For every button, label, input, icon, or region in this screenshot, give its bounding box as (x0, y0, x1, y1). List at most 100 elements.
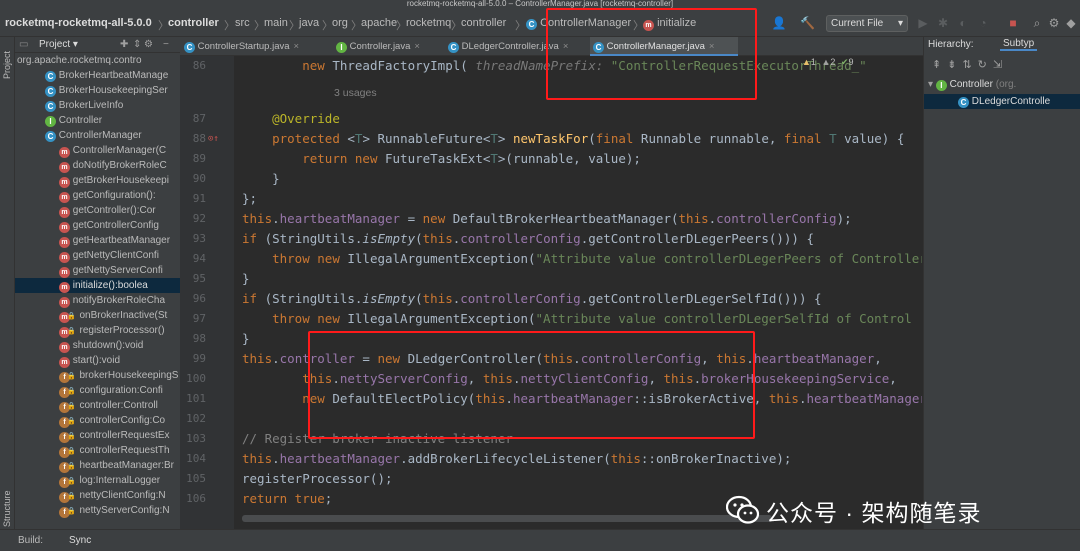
tree-item[interactable]: C BrokerHousekeepingSer (15, 83, 180, 98)
code-line[interactable]: return new FutureTaskExt<T>(runnable, va… (242, 149, 641, 169)
breadcrumb-module[interactable]: controller (168, 17, 219, 29)
stop-icon[interactable]: ■ (1006, 15, 1020, 31)
project-view-select[interactable]: Project ▾ (39, 37, 78, 53)
hierarchy-root[interactable]: ▾ I Controller (org. (928, 79, 1016, 91)
code-line[interactable]: } (242, 269, 250, 289)
tree-item-label: org.apache.rocketmq.contro (17, 55, 142, 66)
code-line[interactable]: throw new IllegalArgumentException("Attr… (242, 249, 922, 269)
project-tool-tab[interactable]: Project (2, 51, 12, 79)
breadcrumb-main[interactable]: main (264, 17, 288, 29)
tree-item[interactable]: f🔒 controllerRequestEx (15, 428, 180, 443)
code-area[interactable]: new ThreadFactoryImpl( threadNamePrefix:… (242, 56, 922, 529)
search-icon[interactable]: ⌕ (1030, 15, 1044, 31)
method-icon: m (59, 147, 70, 158)
tree-item[interactable]: f🔒 controllerConfig:Co (15, 413, 180, 428)
expand-icon[interactable]: ⇲ (993, 59, 1008, 71)
tree-item[interactable]: m start():void (15, 353, 180, 368)
run-configuration-select[interactable]: Current File ▾ (826, 15, 908, 32)
tree-item-label: start():void (72, 355, 121, 366)
code-line[interactable]: if (StringUtils.isEmpty(this.controllerC… (242, 289, 822, 309)
refresh-icon[interactable]: ↻ (978, 59, 993, 71)
build-hammer-icon[interactable]: 🔨 (800, 15, 815, 31)
inspection-widget[interactable]: ▲1 ▲2 ✔9 (802, 57, 853, 68)
build-label: Build: (18, 535, 44, 546)
tree-item[interactable]: m getNettyClientConfi (15, 248, 180, 263)
class-icon: C (448, 42, 459, 53)
sort-icon[interactable]: ⇅ (962, 59, 977, 71)
code-line[interactable]: } (242, 169, 280, 189)
tree-item[interactable]: C ControllerManager (15, 128, 180, 143)
tree-item[interactable]: m shutdown():void (15, 338, 180, 353)
tab-controller-startup[interactable]: C ControllerStartup.java × (184, 37, 334, 56)
tree-item[interactable]: m getHeartbeatManager (15, 233, 180, 248)
override-gutter-icon[interactable]: ⊙↑ (208, 134, 219, 144)
profile-icon[interactable]: ◔ (976, 15, 990, 31)
code-line[interactable]: throw new IllegalArgumentException("Attr… (242, 309, 912, 329)
code-line[interactable]: protected <T> RunnableFuture<T> newTaskF… (242, 129, 904, 149)
tree-item[interactable]: f🔒 nettyServerConfig:N (15, 503, 180, 518)
tree-item[interactable]: I Controller (15, 113, 180, 128)
tab-sync[interactable]: Sync (62, 530, 98, 551)
code-line[interactable]: registerProcessor(); (242, 469, 393, 489)
breadcrumb-src[interactable]: src (235, 17, 250, 29)
tree-item[interactable]: f🔒 nettyClientConfig:N (15, 488, 180, 503)
tree-item[interactable]: m notifyBrokerRoleCha (15, 293, 180, 308)
line-number: 103 (186, 432, 206, 445)
code-line[interactable]: }; (242, 189, 257, 209)
structure-tool-tab[interactable]: Structure (2, 490, 12, 527)
tree-item[interactable]: m doNotifyBrokerRoleC (15, 158, 180, 173)
code-line[interactable]: } (242, 329, 250, 349)
tree-item[interactable]: m getControllerConfig (15, 218, 180, 233)
tree-item[interactable]: m🔒 registerProcessor() (15, 323, 180, 338)
breadcrumb-rocketmq[interactable]: rocketmq (406, 17, 451, 29)
breadcrumb-java[interactable]: java (299, 17, 319, 29)
tree-item[interactable]: m getNettyServerConfi (15, 263, 180, 278)
code-line[interactable]: @Override (242, 109, 340, 129)
code-line[interactable]: return true; (242, 489, 332, 509)
debug-icon[interactable]: ✱ (936, 15, 950, 31)
hierarchy-child[interactable]: C DLedgerControlle (924, 94, 1080, 109)
tree-item[interactable]: f🔒 log:InternalLogger (15, 473, 180, 488)
breadcrumb-apache[interactable]: apache (361, 17, 397, 29)
hide-panel-icon[interactable]: − (163, 37, 169, 53)
tree-item[interactable]: C BrokerLiveInfo (15, 98, 180, 113)
project-settings-icon[interactable]: ⚙ (144, 37, 153, 53)
run-icon[interactable]: ▶ (916, 15, 930, 31)
breadcrumb-org[interactable]: org (332, 17, 348, 29)
tab-subtypes[interactable]: Subtyp (1000, 38, 1038, 51)
collapse-all-icon[interactable]: ⇕ (133, 37, 141, 53)
tree-item[interactable]: f🔒 brokerHousekeepingS (15, 368, 180, 383)
tab-controller[interactable]: I Controller.java × (336, 37, 446, 56)
tree-item[interactable]: f🔒 controller:Controll (15, 398, 180, 413)
breadcrumb-controller[interactable]: controller (461, 17, 506, 29)
breadcrumb-project[interactable]: rocketmq-rocketmq-all-5.0.0 (5, 17, 152, 29)
code-line[interactable]: this.heartbeatManager.addBrokerLifecycle… (242, 449, 791, 469)
subtypes-icon[interactable]: ⇟ (947, 59, 962, 71)
close-tab-icon[interactable]: × (294, 41, 300, 52)
hierarchy-panel: Hierarchy: Subtyp ⇞⇟⇅↻⇲ ▾ I Controller (… (923, 37, 1080, 529)
close-tab-icon[interactable]: × (414, 41, 420, 52)
settings-gear-icon[interactable]: ⚙ (1047, 15, 1061, 31)
expand-all-icon[interactable]: ✚ (120, 37, 128, 53)
horizontal-scrollbar[interactable] (242, 515, 772, 522)
tree-item[interactable]: C BrokerHeartbeatManage (15, 68, 180, 83)
supertypes-icon[interactable]: ⇞ (932, 59, 947, 71)
tree-item[interactable]: m getConfiguration(): (15, 188, 180, 203)
tree-item[interactable]: f🔒 controllerRequestTh (15, 443, 180, 458)
tree-item[interactable]: m ControllerManager(C (15, 143, 180, 158)
usages-hint[interactable]: 3 usages (334, 86, 377, 100)
tree-item[interactable]: org.apache.rocketmq.contro (15, 53, 180, 68)
tree-item[interactable]: m🔒 onBrokerInactive(St (15, 308, 180, 323)
tree-item[interactable]: m getBrokerHousekeepi (15, 173, 180, 188)
tree-item[interactable]: f🔒 heartbeatManager:Br (15, 458, 180, 473)
code-line[interactable]: this.heartbeatManager = new DefaultBroke… (242, 209, 852, 229)
tree-item[interactable]: m initialize():boolea (15, 278, 180, 293)
tree-item[interactable]: f🔒 configuration:Confi (15, 383, 180, 398)
code-line[interactable]: if (StringUtils.isEmpty(this.controllerC… (242, 229, 814, 249)
user-icon[interactable]: 👤 (770, 15, 788, 31)
plugin-icon[interactable]: ◆ (1064, 15, 1078, 31)
line-number: 95 (192, 272, 206, 285)
line-number: 106 (186, 492, 206, 505)
tree-item[interactable]: m getController():Cor (15, 203, 180, 218)
coverage-icon[interactable]: ◐ (956, 15, 970, 31)
